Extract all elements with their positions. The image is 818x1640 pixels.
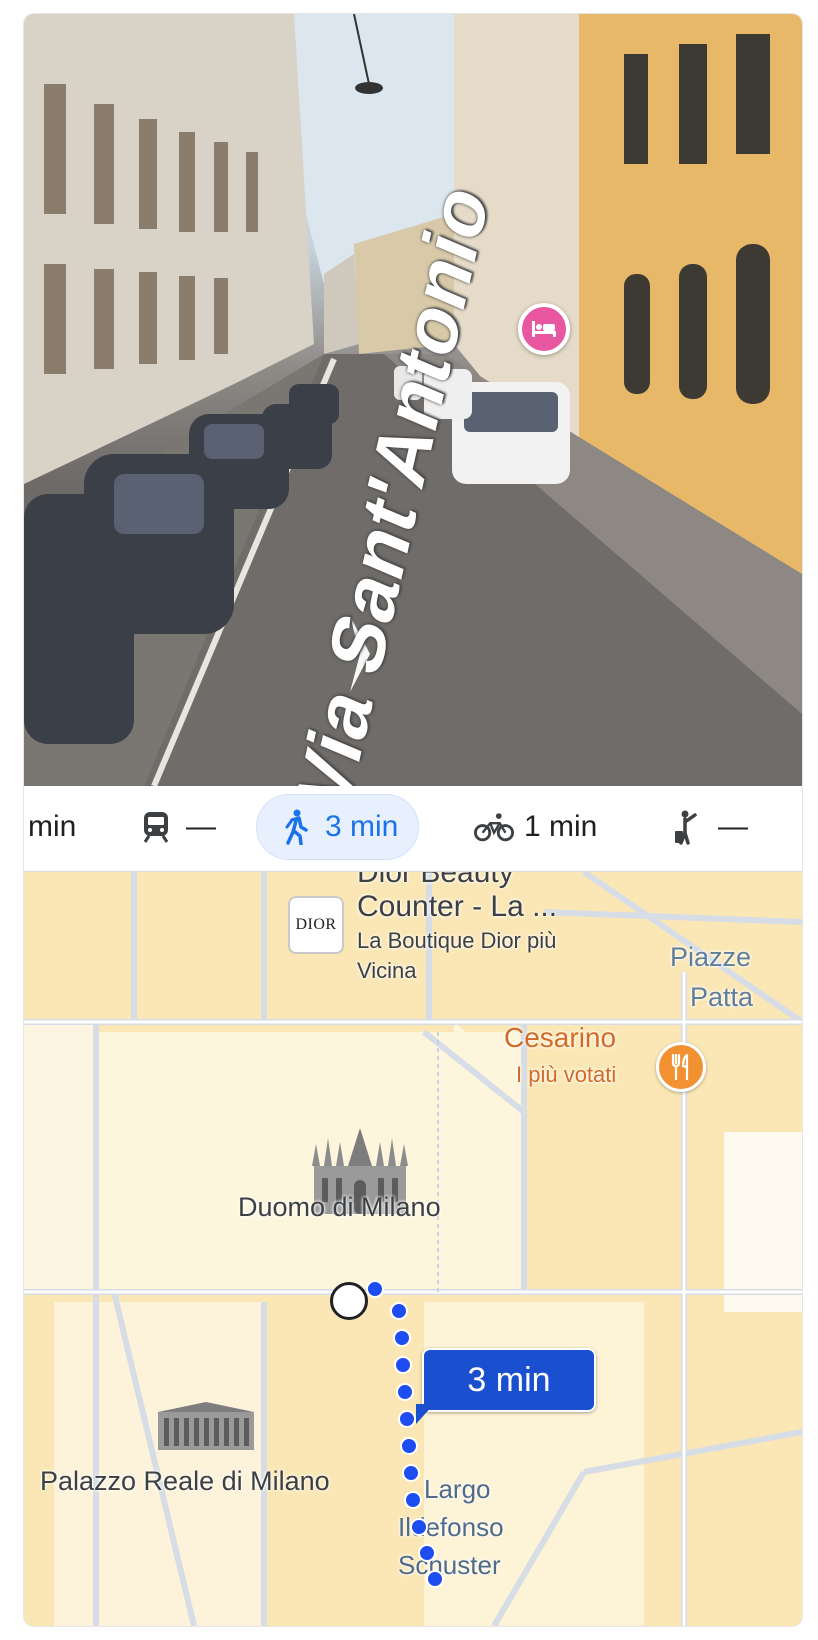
mode-drive-label: min [28, 810, 77, 843]
hotel-bed-icon [532, 321, 556, 337]
dior-title-line1[interactable]: Dior Beauty [357, 872, 514, 890]
mode-drive[interactable]: min [24, 794, 76, 860]
route-dot [394, 1356, 412, 1374]
hotel-pin[interactable] [518, 303, 570, 355]
restaurant-icon [671, 1054, 689, 1080]
mode-bike-label: 1 min [524, 810, 598, 843]
palazzo-label[interactable]: Palazzo Reale di Milano [40, 1466, 330, 1497]
route-dot [402, 1464, 420, 1482]
cesarino-subtitle: I più votati [516, 1062, 617, 1087]
route-dot [393, 1329, 411, 1347]
cesarino-title[interactable]: Cesarino [504, 1022, 616, 1054]
route-dot [404, 1491, 422, 1509]
walking-icon [275, 807, 315, 847]
largo-label-line1: Largo [424, 1474, 491, 1504]
cesarino-pin[interactable] [656, 1042, 706, 1092]
route-origin-marker[interactable] [330, 1282, 368, 1320]
bicycle-icon [474, 807, 514, 847]
street-view-panorama[interactable]: Via Sant'Antonio [24, 14, 802, 786]
mode-bike[interactable]: 1 min [474, 794, 597, 860]
duomo-label[interactable]: Duomo di Milano [238, 1192, 441, 1223]
route-dot [366, 1280, 384, 1298]
dior-title-line2[interactable]: Counter - La ... [357, 890, 557, 924]
mode-ride[interactable]: — [668, 794, 748, 860]
route-dot [390, 1302, 408, 1320]
dior-subtitle-line2: Vicina [357, 958, 417, 983]
route-dot [396, 1383, 414, 1401]
callout-tail [416, 1404, 434, 1424]
travel-mode-bar: min — 3 min 1 min — [24, 786, 802, 872]
train-icon [136, 807, 176, 847]
palace-icon [158, 1402, 254, 1450]
route-dot [400, 1437, 418, 1455]
dior-subtitle-line1: La Boutique Dior più [357, 928, 557, 953]
route-dot [398, 1410, 416, 1428]
dior-logo-text: DIOR [295, 916, 337, 933]
piazza-label-line1: Piazze [670, 942, 752, 972]
mode-walk[interactable]: 3 min [256, 794, 420, 860]
mode-transit-label: — [186, 810, 216, 843]
route-dot [418, 1544, 436, 1562]
route-dot [410, 1518, 428, 1536]
mode-transit[interactable]: — [136, 794, 216, 860]
route-duration-text: 3 min [467, 1360, 551, 1399]
ride-hail-icon [668, 807, 708, 847]
piazza-label-line2: Patta [690, 982, 754, 1012]
mode-ride-label: — [718, 810, 748, 843]
route-duration-callout[interactable]: 3 min [422, 1348, 596, 1412]
map-view[interactable]: DIOR Dior Beauty Counter - La ... La Bou… [24, 872, 802, 1626]
largo-label-line3: Schuster [398, 1550, 501, 1580]
route-dot [426, 1570, 444, 1588]
app-frame: Via Sant'Antonio min — 3 min 1 min — DIO… [24, 14, 802, 1626]
mode-walk-label: 3 min [325, 810, 399, 843]
dior-logo[interactable]: DIOR [288, 896, 344, 954]
